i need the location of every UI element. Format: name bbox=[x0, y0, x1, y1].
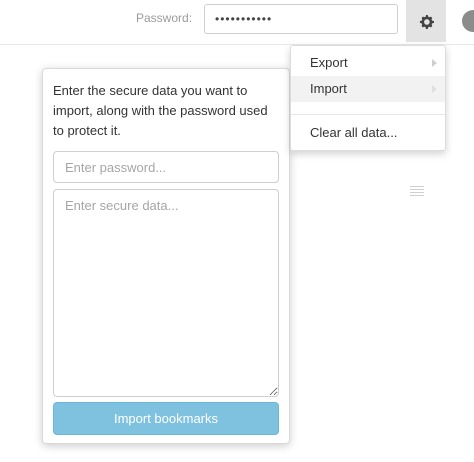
menu-divider bbox=[291, 114, 445, 115]
secure-data-textarea[interactable] bbox=[53, 189, 279, 397]
master-password-field[interactable]: ••••••••••• bbox=[204, 4, 398, 34]
settings-button[interactable] bbox=[406, 0, 446, 42]
import-password-input[interactable] bbox=[53, 151, 279, 183]
list-icon[interactable] bbox=[410, 186, 424, 198]
import-popover: Enter the secure data you want to import… bbox=[42, 68, 290, 444]
avatar[interactable] bbox=[462, 10, 474, 32]
import-description: Enter the secure data you want to import… bbox=[53, 83, 268, 138]
menu-item-import-label: Import bbox=[310, 81, 347, 96]
top-bar: Password: ••••••••••• bbox=[0, 0, 474, 45]
chevron-right-icon bbox=[432, 85, 437, 93]
gear-icon bbox=[419, 14, 434, 29]
menu-item-export-label: Export bbox=[310, 55, 348, 70]
menu-item-clear-label: Clear all data... bbox=[310, 125, 398, 140]
menu-item-import[interactable]: Import bbox=[291, 76, 445, 102]
settings-menu: Export Import Clear all data... bbox=[290, 45, 446, 151]
password-label: Password: bbox=[136, 11, 193, 25]
menu-item-export[interactable]: Export bbox=[291, 50, 445, 76]
chevron-right-icon bbox=[432, 59, 437, 67]
menu-item-clear-all-data[interactable]: Clear all data... bbox=[291, 120, 445, 146]
import-bookmarks-button[interactable]: Import bookmarks bbox=[53, 402, 279, 435]
